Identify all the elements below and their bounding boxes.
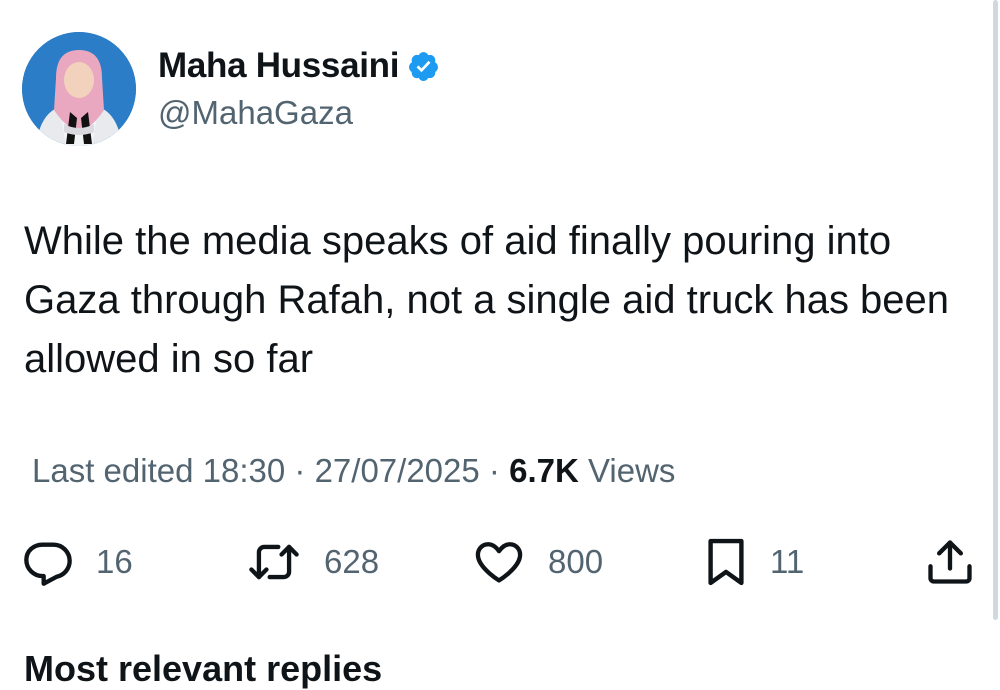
views-label: Views (587, 452, 676, 489)
tweet-meta: Last edited 18:30 · 27/07/2025 · 6.7K Vi… (32, 452, 675, 490)
display-name[interactable]: Maha Hussaini (158, 46, 399, 86)
tweet-time[interactable]: 18:30 (203, 452, 286, 489)
avatar[interactable] (22, 32, 136, 146)
edited-label[interactable]: Last edited (32, 452, 193, 489)
meta-separator: · (294, 452, 306, 489)
repost-button[interactable]: 628 (246, 532, 379, 592)
tweet-text: While the media speaks of aid finally po… (24, 219, 950, 381)
bookmark-icon (708, 538, 744, 586)
user-block: Maha Hussaini @MahaGaza (158, 44, 440, 132)
name-row: Maha Hussaini (158, 44, 440, 88)
repost-icon (249, 544, 299, 580)
heart-icon (475, 542, 523, 583)
reply-count: 16 (96, 543, 133, 580)
verified-badge-icon[interactable] (407, 50, 440, 83)
handle[interactable]: @MahaGaza (158, 94, 440, 132)
like-button[interactable]: 800 (472, 532, 603, 592)
tweet-header: Maha Hussaini @MahaGaza (22, 32, 440, 146)
tweet-date[interactable]: 27/07/2025 (315, 452, 480, 489)
repost-count: 628 (324, 543, 380, 580)
replies-section-heading[interactable]: Most relevant replies (24, 648, 382, 690)
share-icon (928, 540, 972, 584)
reply-button[interactable]: 16 (22, 532, 133, 592)
views-count: 6.7K (509, 452, 579, 489)
reply-icon (24, 542, 72, 586)
like-count: 800 (548, 543, 604, 580)
scrollbar-thumb[interactable] (993, 0, 998, 620)
bookmark-button[interactable]: 11 (704, 532, 804, 592)
bookmark-count: 11 (770, 543, 805, 580)
share-button[interactable] (924, 532, 976, 592)
action-bar: 16 628 800 11 (0, 532, 1000, 592)
meta-separator: · (488, 452, 500, 489)
